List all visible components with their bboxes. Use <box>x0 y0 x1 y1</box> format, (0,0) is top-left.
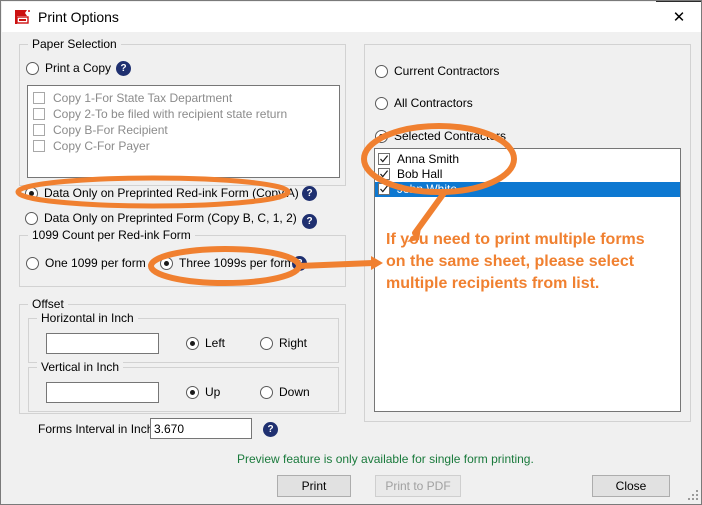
forms-interval-input[interactable] <box>150 418 252 439</box>
print-to-pdf-button: Print to PDF <box>375 475 461 497</box>
help-icon-three-per-form[interactable]: ? <box>292 256 307 271</box>
titlebar: Print Options ✕ <box>2 2 701 32</box>
window-title: Print Options <box>38 9 119 25</box>
checkbox-contractor[interactable] <box>378 168 390 180</box>
radio-all-contractors[interactable] <box>375 97 388 110</box>
radio-all-contractors-label: All Contractors <box>394 96 473 110</box>
paper-selection-legend: Paper Selection <box>28 37 121 51</box>
help-icon-red-ink[interactable]: ? <box>302 186 317 201</box>
checkbox-contractor[interactable] <box>378 183 390 195</box>
count-per-form-legend: 1099 Count per Red-ink Form <box>28 228 195 242</box>
offset-vertical-legend: Vertical in Inch <box>37 360 124 374</box>
resize-grip[interactable] <box>687 489 699 501</box>
close-icon[interactable]: ✕ <box>656 2 701 32</box>
print-options-window: Print Options ✕ Paper Selection Print a … <box>0 0 702 505</box>
radio-three-per-form[interactable] <box>160 257 173 270</box>
copies-panel: Copy 1-For State Tax Department Copy 2-T… <box>27 85 340 178</box>
list-item[interactable]: Anna Smith <box>375 152 680 167</box>
radio-current-contractors[interactable] <box>375 65 388 78</box>
checkbox-copy-c[interactable] <box>33 140 45 152</box>
help-icon-plain-form[interactable]: ? <box>302 214 317 229</box>
radio-data-only-red-ink-label: Data Only on Preprinted Red-ink Form (Co… <box>44 186 299 200</box>
checkbox-copy-1-label: Copy 1-For State Tax Department <box>53 91 233 105</box>
radio-offset-right-label: Right <box>279 336 308 350</box>
radio-one-per-form-label: One 1099 per form <box>45 256 146 270</box>
radio-offset-up[interactable] <box>186 386 199 399</box>
radio-offset-left-label: Left <box>205 336 226 350</box>
radio-selected-contractors-label: Selected Contractors <box>394 129 507 143</box>
radio-offset-left[interactable] <box>186 337 199 350</box>
count-per-form-group: 1099 Count per Red-ink Form One 1099 per… <box>19 228 346 287</box>
radio-current-contractors-label: Current Contractors <box>394 64 500 78</box>
help-icon-forms-interval[interactable]: ? <box>263 422 278 437</box>
offset-vertical-input[interactable] <box>46 382 159 403</box>
radio-data-only-red-ink[interactable] <box>25 187 38 200</box>
radio-offset-right[interactable] <box>260 337 273 350</box>
radio-offset-up-label: Up <box>205 385 221 399</box>
radio-three-per-form-label: Three 1099s per form <box>179 256 295 270</box>
radio-selected-contractors[interactable] <box>375 130 388 143</box>
help-icon-print-a-copy[interactable]: ? <box>116 61 131 76</box>
list-item[interactable]: Bob Hall <box>375 167 680 182</box>
offset-horizontal-input[interactable] <box>46 333 159 354</box>
list-item[interactable]: John White <box>375 182 680 197</box>
radio-one-per-form[interactable] <box>26 257 39 270</box>
print-button[interactable]: Print <box>277 475 351 497</box>
checkbox-copy-c-label: Copy C-For Payer <box>53 139 150 153</box>
radio-print-a-copy[interactable] <box>26 62 39 75</box>
close-button[interactable]: Close <box>592 475 670 497</box>
checkbox-contractor[interactable] <box>378 153 390 165</box>
printer-icon <box>14 9 32 25</box>
checkbox-copy-2-label: Copy 2-To be filed with recipient state … <box>53 107 288 121</box>
checkbox-copy-2[interactable] <box>33 108 45 120</box>
list-item-label: Bob Hall <box>397 167 443 181</box>
offset-horizontal-legend: Horizontal in Inch <box>37 311 138 325</box>
checkbox-copy-b[interactable] <box>33 124 45 136</box>
radio-print-a-copy-label: Print a Copy <box>45 61 112 75</box>
forms-interval-label: Forms Interval in Inch: <box>38 422 157 436</box>
radio-data-only-plain[interactable] <box>25 212 38 225</box>
offset-group: Offset Horizontal in Inch Left Right Ver… <box>19 297 346 414</box>
offset-legend: Offset <box>28 297 68 311</box>
list-item-label: John White <box>397 182 458 196</box>
radio-offset-down[interactable] <box>260 386 273 399</box>
list-item-label: Anna Smith <box>397 152 460 166</box>
offset-horizontal-group: Horizontal in Inch Left Right <box>28 311 339 363</box>
checkbox-copy-b-label: Copy B-For Recipient <box>53 123 168 137</box>
offset-vertical-group: Vertical in Inch Up Down <box>28 360 339 412</box>
annotation-text: If you need to print multiple forms on t… <box>386 231 645 292</box>
checkbox-copy-1[interactable] <box>33 92 45 104</box>
radio-offset-down-label: Down <box>279 385 310 399</box>
radio-data-only-plain-label: Data Only on Preprinted Form (Copy B, C,… <box>44 211 297 225</box>
preview-note: Preview feature is only available for si… <box>237 452 534 466</box>
paper-selection-group: Paper Selection Print a Copy ? Copy 1-Fo… <box>19 37 346 186</box>
